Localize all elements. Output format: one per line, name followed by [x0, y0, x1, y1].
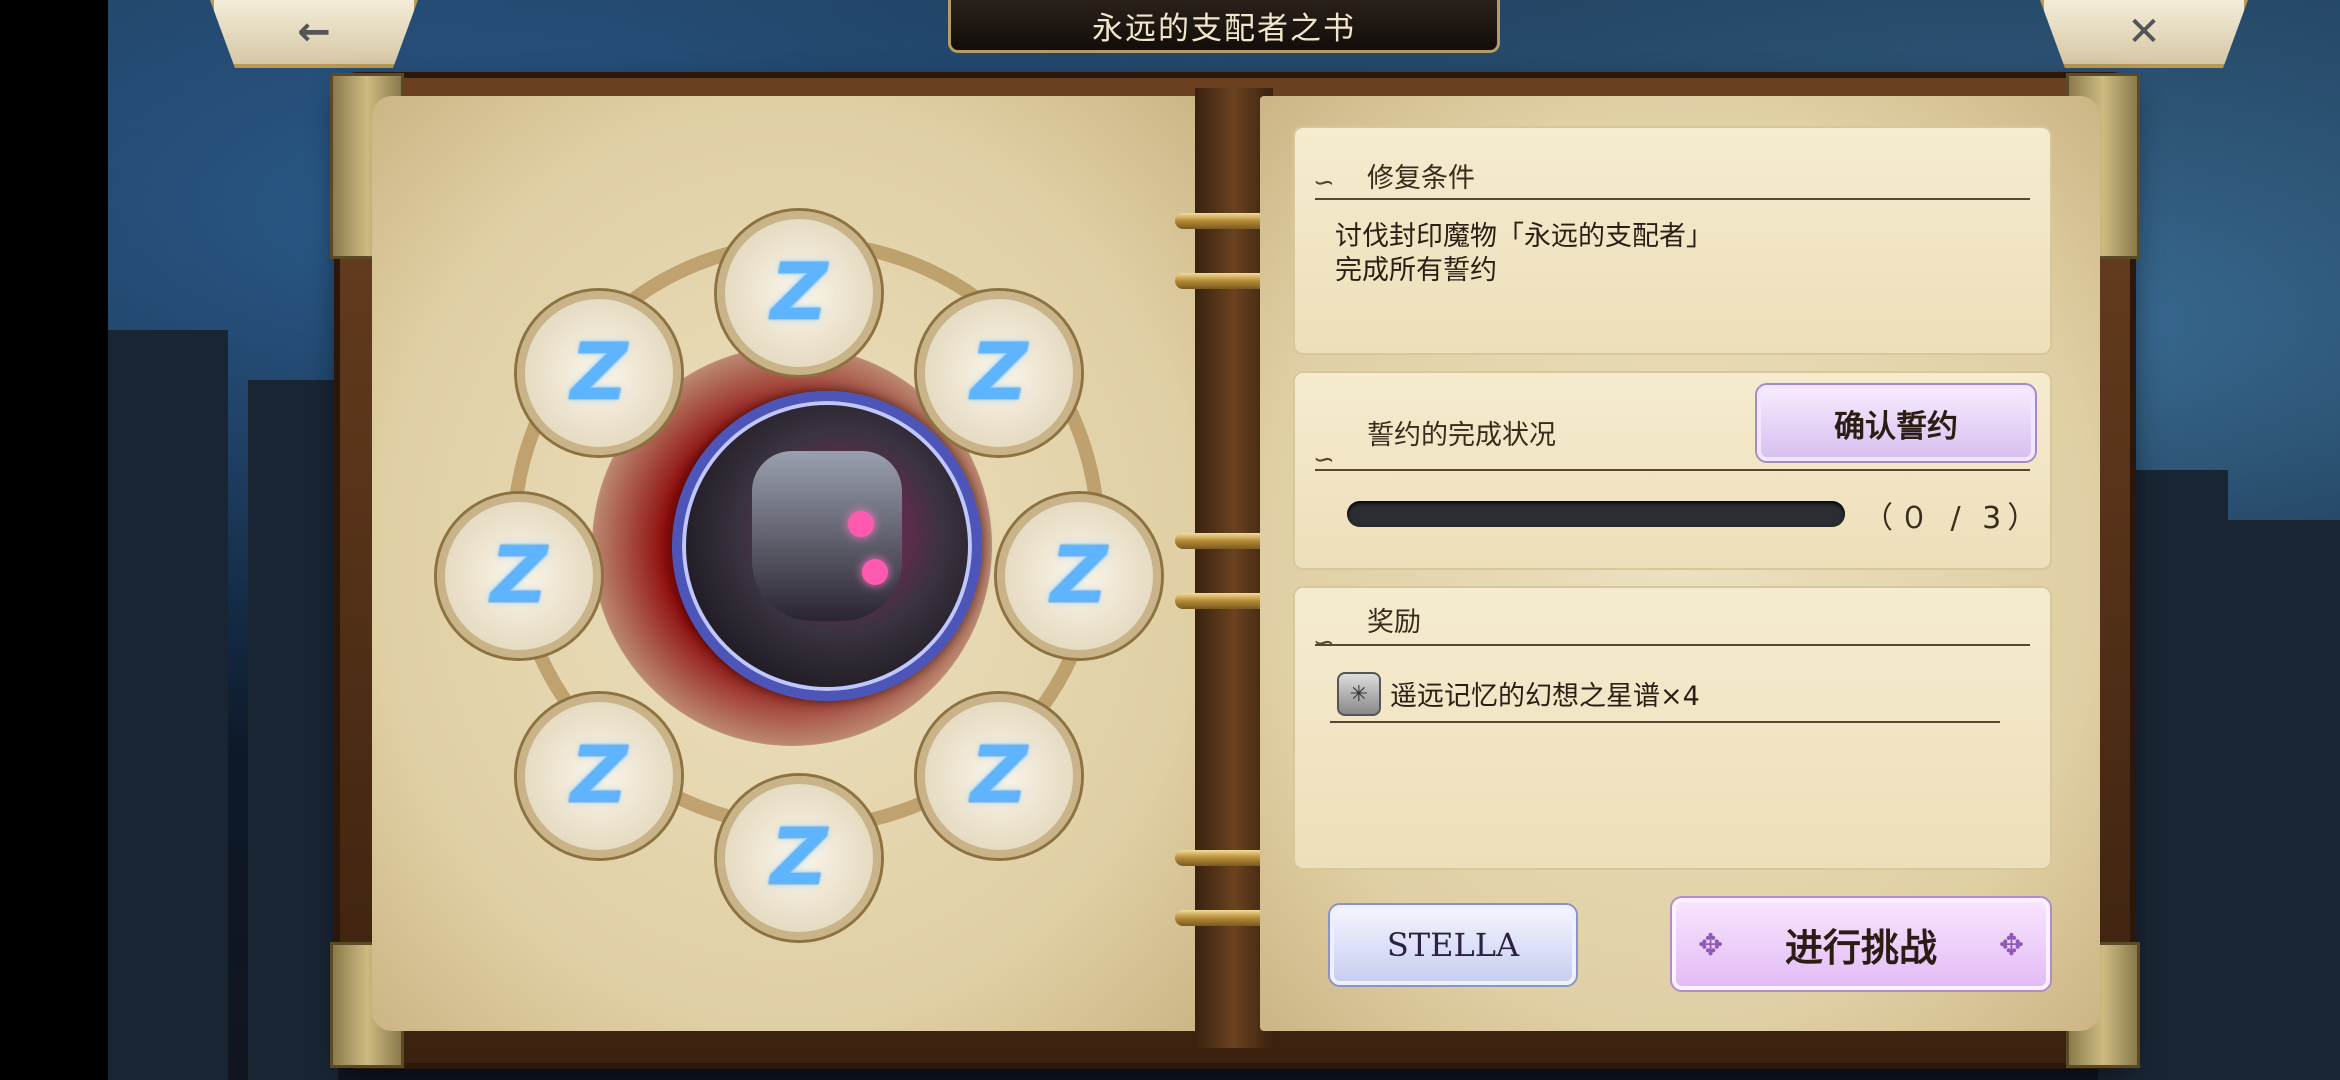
page-title: 永远的支配者之书 — [948, 0, 1500, 53]
divider — [1315, 644, 2030, 646]
flourish-icon: ∽ — [1313, 168, 1335, 198]
divider — [1315, 198, 2030, 200]
challenge-button[interactable]: ✥ 进行挑战 ✥ — [1672, 898, 2050, 990]
background-building — [108, 330, 228, 1080]
boss-eye — [848, 511, 874, 537]
repair-conditions-panel: ∽ 修复条件 讨伐封印魔物「永远的支配者」 完成所有誓约 — [1295, 128, 2050, 353]
seal-top[interactable]: Z — [717, 211, 881, 375]
boss-portrait[interactable] — [672, 391, 982, 701]
condition-line: 讨伐封印魔物「永远的支配者」 — [1335, 221, 1713, 252]
seal-bottom-left[interactable]: Z — [517, 694, 681, 858]
condition-line: 完成所有誓约 — [1335, 255, 1497, 286]
seal-left[interactable]: Z — [437, 494, 601, 658]
condition-text: 讨伐封印魔物「永远的支配者」 完成所有誓约 — [1335, 220, 1713, 288]
vow-status-panel: ∽ 誓约的完成状况 确认誓约 （０ / 3） — [1295, 373, 2050, 568]
flourish-icon: ∽ — [1313, 628, 1335, 658]
section-title: 修复条件 — [1367, 163, 1475, 194]
close-button[interactable]: ✕ — [2040, 0, 2248, 68]
section-title: 誓约的完成状况 — [1367, 420, 1556, 451]
seal-bottom[interactable]: Z — [717, 776, 881, 940]
background-building — [248, 380, 338, 1080]
check-vows-button[interactable]: 确认誓约 — [1757, 385, 2035, 461]
seal-top-right[interactable]: Z — [917, 291, 1081, 455]
ornament-icon: ✥ — [1998, 928, 2024, 963]
star-score-icon: ✳ — [1337, 672, 1381, 716]
seal-top-left[interactable]: Z — [517, 291, 681, 455]
boss-eye — [862, 559, 888, 585]
challenge-button-label: 进行挑战 — [1784, 925, 1937, 970]
seal-bottom-right[interactable]: Z — [917, 694, 1081, 858]
divider — [1330, 721, 2000, 723]
vow-progress-count: （０ / 3） — [1863, 501, 2044, 536]
stella-button[interactable]: STELLA — [1330, 905, 1576, 985]
section-title: 奖励 — [1367, 607, 1421, 638]
reward-item: 遥远记忆的幻想之星谱×4 — [1390, 681, 1700, 712]
ornament-icon: ✥ — [1698, 928, 1724, 963]
left-page: Z Z Z Z Z Z Z Z — [372, 96, 1202, 1031]
back-button[interactable]: ← — [210, 0, 418, 68]
reward-panel: ∽ 奖励 ✳ 遥远记忆的幻想之星谱×4 — [1295, 588, 2050, 868]
divider — [1315, 469, 2030, 471]
background-building — [2228, 520, 2340, 1080]
close-icon: ✕ — [2127, 9, 2161, 55]
seal-right[interactable]: Z — [997, 494, 1161, 658]
back-arrow-icon: ← — [297, 9, 331, 55]
boss-helmet-image — [752, 451, 902, 621]
vow-progress-bar — [1347, 501, 1845, 527]
